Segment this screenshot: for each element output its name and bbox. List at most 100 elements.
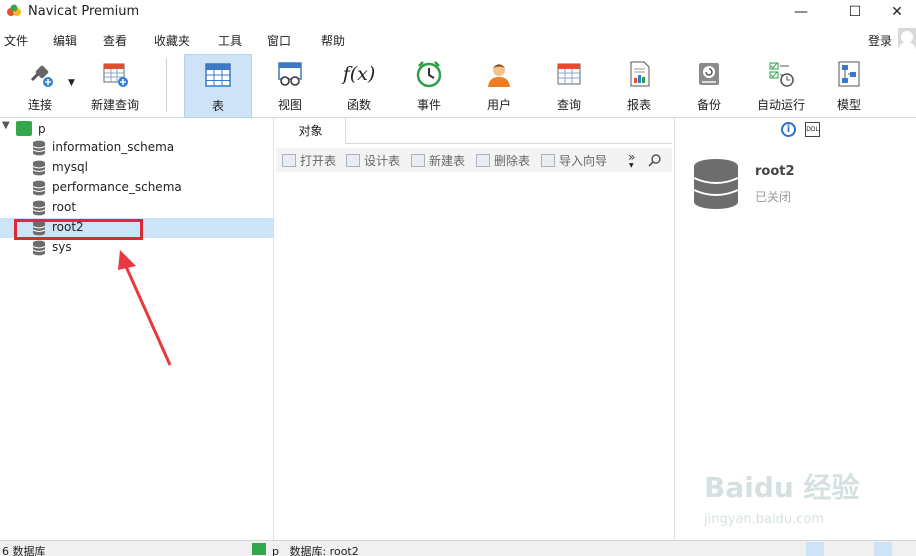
import-wizard-button[interactable]: 导入向导 xyxy=(541,152,607,169)
menu-bar: 文件 编辑 查看 收藏夹 工具 窗口 帮助 登录 xyxy=(0,28,916,52)
toolbar-backup-button[interactable]: 备份 xyxy=(675,54,743,118)
database-icon xyxy=(32,160,46,176)
tree-item-root[interactable]: root xyxy=(0,198,274,218)
info-icon[interactable]: i xyxy=(781,122,796,137)
toolbar-function-label: 函数 xyxy=(346,98,371,112)
import-wizard-label: 导入向导 xyxy=(559,154,608,168)
objects-toolbar: 打开表 设计表 新建表 删除表 导入向导 » ▼ xyxy=(276,148,672,172)
toolbar-new-query-label: 新建查询 xyxy=(90,98,139,112)
status-connection: p 数据库: root2 xyxy=(272,543,359,556)
toolbar-automation-button[interactable]: 自动运行 xyxy=(745,54,817,118)
database-icon xyxy=(32,140,46,156)
annotation-highlight-box xyxy=(14,219,143,240)
minimize-button[interactable]: — xyxy=(778,0,824,26)
toolbar-table-label: 表 xyxy=(211,99,224,113)
open-table-icon xyxy=(282,154,296,167)
connect-dropdown-arrow-icon[interactable]: ▼ xyxy=(68,78,75,88)
watermark-text: Baidu 经验 xyxy=(704,471,860,504)
tree-item-label: performance_schema xyxy=(52,180,182,194)
avatar[interactable] xyxy=(898,28,916,52)
toolbar-connect-button[interactable]: ▼ 连接 xyxy=(6,54,75,118)
toolbar-query-button[interactable]: 查询 xyxy=(535,54,603,118)
delete-table-label: 删除表 xyxy=(494,154,531,168)
new-table-button[interactable]: 新建表 xyxy=(411,152,465,169)
table-icon xyxy=(205,63,231,87)
title-bar: Navicat Premium — ☐ ✕ xyxy=(0,0,916,26)
view-grid-icon[interactable] xyxy=(846,542,864,556)
user-icon xyxy=(488,64,510,87)
new-table-icon xyxy=(411,154,425,167)
toolbar-backup-label: 备份 xyxy=(696,98,721,112)
delete-table-icon xyxy=(476,154,490,167)
close-button[interactable]: ✕ xyxy=(874,0,916,26)
connection-status-icon xyxy=(252,543,266,555)
new-query-icon xyxy=(103,63,128,87)
toggle-right-pane-icon[interactable] xyxy=(896,542,914,556)
toolbar-event-button[interactable]: 事件 xyxy=(395,54,463,118)
annotation-arrow-icon xyxy=(118,250,172,366)
toolbar-view-button[interactable]: 视图 xyxy=(256,54,324,118)
design-table-button[interactable]: 设计表 xyxy=(346,152,400,169)
toolbar-model-button[interactable]: 模型 xyxy=(815,54,883,118)
toolbar-user-label: 用户 xyxy=(486,98,511,112)
ddl-icon[interactable]: DDL xyxy=(805,122,820,137)
toolbar-event-label: 事件 xyxy=(416,98,441,112)
open-table-button[interactable]: 打开表 xyxy=(282,152,336,169)
menu-tools[interactable]: 工具 xyxy=(218,32,242,49)
connection-node[interactable]: ▼ p xyxy=(0,120,274,138)
report-icon xyxy=(630,61,650,87)
view-detail-icon[interactable] xyxy=(826,542,844,556)
database-icon xyxy=(693,159,739,209)
tree-item-mysql[interactable]: mysql xyxy=(0,158,274,178)
menu-edit[interactable]: 编辑 xyxy=(53,32,77,49)
database-icon xyxy=(32,200,46,216)
collapse-chevron-icon[interactable]: ▼ xyxy=(2,120,10,131)
main-toolbar: ▼ 连接 新建查询 表 视图 f(x) 函数 事件 用户 查询 报表 备份 自动… xyxy=(0,54,916,118)
toolbar-user-button[interactable]: 用户 xyxy=(465,54,533,118)
objects-pane: 对象 打开表 设计表 新建表 删除表 导入向导 » ▼ xyxy=(276,118,672,540)
toolbar-connect-label: 连接 xyxy=(27,98,52,112)
connection-label: p xyxy=(38,122,46,136)
toolbar-report-label: 报表 xyxy=(626,98,651,112)
view-list-icon[interactable] xyxy=(806,542,824,556)
tree-item-performance-schema[interactable]: performance_schema xyxy=(0,178,274,198)
more-dropdown-icon[interactable]: ▼ xyxy=(629,162,634,169)
database-icon xyxy=(32,180,46,196)
toolbar-function-button[interactable]: f(x) 函数 xyxy=(325,54,393,118)
login-link[interactable]: 登录 xyxy=(868,32,892,49)
toolbar-report-button[interactable]: 报表 xyxy=(605,54,673,118)
watermark: Baidu 经验 jingyan.baidu.com xyxy=(700,460,900,540)
selected-database-name: root2 xyxy=(755,164,795,179)
navicat-logo-icon xyxy=(7,4,21,16)
design-table-icon xyxy=(346,154,360,167)
tab-objects[interactable]: 对象 xyxy=(276,118,346,144)
status-database-name: 数据库: root2 xyxy=(289,545,359,556)
menu-view[interactable]: 查看 xyxy=(103,32,127,49)
design-table-label: 设计表 xyxy=(364,154,401,168)
selected-database-status: 已关闭 xyxy=(755,190,792,204)
tree-item-label: root xyxy=(52,200,77,214)
toggle-left-pane-icon[interactable] xyxy=(874,542,892,556)
status-database-count: 6 数据库 xyxy=(2,545,46,556)
toolbar-new-query-button[interactable]: 新建查询 xyxy=(80,54,150,118)
function-icon: f(x) xyxy=(342,63,376,85)
toolbar-divider xyxy=(166,58,167,112)
status-bar: 6 数据库 p 数据库: root2 xyxy=(0,540,916,556)
maximize-button[interactable]: ☐ xyxy=(832,0,878,26)
toolbar-model-label: 模型 xyxy=(836,98,861,112)
menu-file[interactable]: 文件 xyxy=(4,32,28,49)
menu-favorites[interactable]: 收藏夹 xyxy=(154,32,190,49)
toolbar-automation-label: 自动运行 xyxy=(756,98,805,112)
search-icon[interactable] xyxy=(648,153,662,167)
app-title: Navicat Premium xyxy=(28,4,140,19)
tree-item-information-schema[interactable]: information_schema xyxy=(0,138,274,158)
backup-icon xyxy=(699,63,719,85)
menu-help[interactable]: 帮助 xyxy=(321,32,345,49)
tree-item-label: mysql xyxy=(52,160,88,174)
delete-table-button[interactable]: 删除表 xyxy=(476,152,530,169)
toolbar-view-label: 视图 xyxy=(277,98,302,112)
toolbar-table-button[interactable]: 表 xyxy=(184,54,252,118)
tree-item-label: information_schema xyxy=(52,140,175,154)
menu-window[interactable]: 窗口 xyxy=(267,32,291,49)
import-wizard-icon xyxy=(541,154,555,167)
